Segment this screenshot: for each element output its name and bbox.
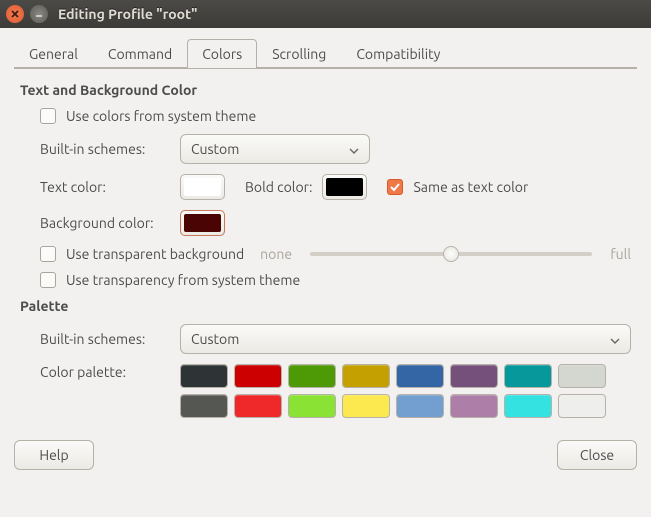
tab-general[interactable]: General [14,39,93,68]
transparency-slider[interactable] [310,252,592,256]
titlebar: Editing Profile "root" [0,0,651,28]
palette-cell-15[interactable] [558,394,606,418]
label-color-palette: Color palette: [40,364,170,380]
palette-cell-1[interactable] [234,364,282,388]
palette-cell-3[interactable] [342,364,390,388]
slider-thumb[interactable] [443,246,459,262]
label-bg-color: Background color: [40,215,170,231]
label-use-system-colors: Use colors from system theme [66,108,256,124]
tab-scrolling[interactable]: Scrolling [257,39,341,68]
checkbox-same-as-text[interactable] [387,179,403,195]
tab-panel-colors: Text and Background Color Use colors fro… [14,67,637,434]
label-same-as-text: Same as text color [413,179,528,195]
palette-cell-4[interactable] [396,364,444,388]
palette-cell-6[interactable] [504,364,552,388]
select-text-scheme[interactable]: Custom [180,134,370,164]
tab-compatibility[interactable]: Compatibility [341,39,455,68]
section-text-bg-title: Text and Background Color [20,82,631,98]
label-palette-schemes: Built-in schemes: [40,331,170,347]
palette-cell-11[interactable] [342,394,390,418]
palette-cell-12[interactable] [396,394,444,418]
palette-cell-0[interactable] [180,364,228,388]
swatch-bold-color[interactable] [322,174,367,200]
tab-command[interactable]: Command [93,39,187,68]
chevron-down-icon [610,331,620,347]
palette-cell-9[interactable] [234,394,282,418]
palette-grid [180,364,606,418]
swatch-bg-color[interactable] [180,210,225,236]
label-use-system-transparency: Use transparency from system theme [66,272,300,288]
palette-cell-7[interactable] [558,364,606,388]
palette-cell-5[interactable] [450,364,498,388]
tab-colors[interactable]: Colors [187,39,257,68]
checkbox-use-system-transparency[interactable] [40,272,56,288]
label-transparent-bg: Use transparent background [66,246,244,262]
tab-bar: General Command Colors Scrolling Compati… [14,39,637,69]
close-button[interactable]: Close [557,440,637,470]
swatch-text-color[interactable] [180,174,225,200]
minimize-icon[interactable] [30,5,48,23]
dialog-footer: Help Close [0,440,651,484]
palette-cell-2[interactable] [288,364,336,388]
label-text-color: Text color: [40,179,170,195]
slider-max-label: full [610,246,631,262]
palette-cell-10[interactable] [288,394,336,418]
slider-min-label: none [260,246,292,262]
palette-cell-13[interactable] [450,394,498,418]
chevron-down-icon [349,141,359,157]
palette-cell-14[interactable] [504,394,552,418]
close-icon[interactable] [6,5,24,23]
select-palette-scheme[interactable]: Custom [180,324,631,354]
label-bold-color: Bold color: [245,179,312,195]
help-button[interactable]: Help [14,440,94,470]
checkbox-transparent-bg[interactable] [40,246,56,262]
label-builtin-schemes: Built-in schemes: [40,141,170,157]
palette-cell-8[interactable] [180,394,228,418]
checkbox-use-system-colors[interactable] [40,108,56,124]
window-title: Editing Profile "root" [58,6,197,22]
section-palette-title: Palette [20,298,631,314]
